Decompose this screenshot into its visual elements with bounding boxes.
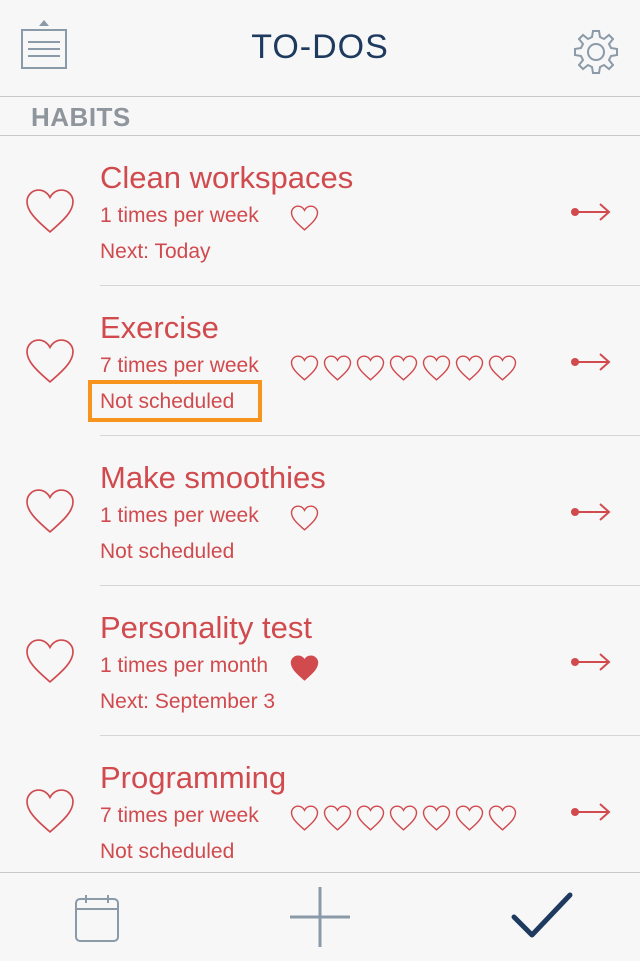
heart-outline-icon[interactable] xyxy=(455,355,484,381)
calendar-icon xyxy=(75,895,119,942)
habit-list: Clean workspaces 1 times per week Next: To… xyxy=(0,136,640,886)
habit-next-date: Not scheduled xyxy=(100,840,235,863)
heart-outline-icon[interactable] xyxy=(24,638,76,684)
habit-row[interactable]: Clean workspaces 1 times per week Next: To… xyxy=(0,136,640,286)
heart-outline-icon[interactable] xyxy=(323,805,352,831)
habit-frequency: 7 times per week xyxy=(100,804,259,827)
heart-outline-icon[interactable] xyxy=(356,805,385,831)
section-header: HABITS xyxy=(0,97,640,136)
arrow-icon xyxy=(571,203,611,221)
habit-frequency: 1 times per month xyxy=(100,654,269,677)
habit-progress-hearts xyxy=(290,655,319,683)
plus-icon xyxy=(290,887,350,947)
heart-outline-icon[interactable] xyxy=(290,805,319,831)
open-habit-button[interactable] xyxy=(570,350,612,374)
calendar-button[interactable] xyxy=(74,893,120,943)
habit-frequency: 7 times per week xyxy=(100,354,259,377)
heart-outline-icon[interactable] xyxy=(356,355,385,381)
gear-icon xyxy=(574,30,618,74)
habit-frequency: 1 times per week xyxy=(100,204,259,227)
habit-name: Personality test xyxy=(100,610,312,645)
open-habit-button[interactable] xyxy=(570,650,612,674)
section-title: HABITS xyxy=(31,102,131,132)
heart-outline-icon[interactable] xyxy=(24,338,76,384)
habit-next-date: Not scheduled xyxy=(100,540,235,563)
habit-name: Make smoothies xyxy=(100,460,326,495)
heart-outline-icon[interactable] xyxy=(290,355,319,381)
page-title: TO-DOS xyxy=(251,28,389,66)
heart-outline-icon[interactable] xyxy=(422,355,451,381)
heart-outline-icon[interactable] xyxy=(323,355,352,381)
heart-outline-icon[interactable] xyxy=(290,205,319,231)
heart-outline-icon[interactable] xyxy=(488,355,517,381)
add-button[interactable] xyxy=(288,885,352,949)
arrow-icon xyxy=(571,353,611,371)
habit-row[interactable]: Make smoothies 1 times per week Not schedu… xyxy=(0,436,640,586)
habit-next-date: Next: September 3 xyxy=(100,690,276,713)
done-button[interactable] xyxy=(510,891,574,943)
filled-heart-icon[interactable] xyxy=(290,655,319,681)
checkmark-icon xyxy=(511,892,573,938)
habit-progress-hearts xyxy=(290,205,319,233)
arrow-icon xyxy=(571,653,611,671)
bottom-toolbar xyxy=(0,872,640,961)
heart-outline-icon[interactable] xyxy=(290,505,319,531)
habit-row[interactable]: Exercise 7 times per week Not scheduled xyxy=(0,286,640,436)
habit-name: Clean workspaces xyxy=(100,160,354,195)
heart-outline-icon[interactable] xyxy=(455,805,484,831)
arrow-icon xyxy=(571,503,611,521)
habit-next-date: Not scheduled xyxy=(100,390,235,413)
habit-row[interactable]: Programming 7 times per week Not scheduled xyxy=(0,736,640,886)
open-habit-button[interactable] xyxy=(570,500,612,524)
habit-progress-hearts xyxy=(290,805,517,833)
heart-outline-icon[interactable] xyxy=(24,788,76,834)
arrow-icon xyxy=(571,803,611,821)
heart-outline-icon[interactable] xyxy=(488,805,517,831)
heart-outline-icon[interactable] xyxy=(389,355,418,381)
heart-outline-icon[interactable] xyxy=(24,488,76,534)
open-habit-button[interactable] xyxy=(570,200,612,224)
habit-next-date: Next: Today xyxy=(100,240,211,263)
habit-progress-hearts xyxy=(290,505,319,533)
settings-button[interactable] xyxy=(572,28,620,76)
heart-outline-icon[interactable] xyxy=(422,805,451,831)
heart-outline-icon[interactable] xyxy=(24,188,76,234)
top-bar: TO-DOS xyxy=(0,0,640,97)
habit-row[interactable]: Personality test 1 times per month Next: S… xyxy=(0,586,640,736)
habit-frequency: 1 times per week xyxy=(100,504,259,527)
habit-progress-hearts xyxy=(290,355,517,383)
heart-outline-icon[interactable] xyxy=(389,805,418,831)
habit-name: Exercise xyxy=(100,310,219,345)
habit-name: Programming xyxy=(100,760,287,795)
open-habit-button[interactable] xyxy=(570,800,612,824)
